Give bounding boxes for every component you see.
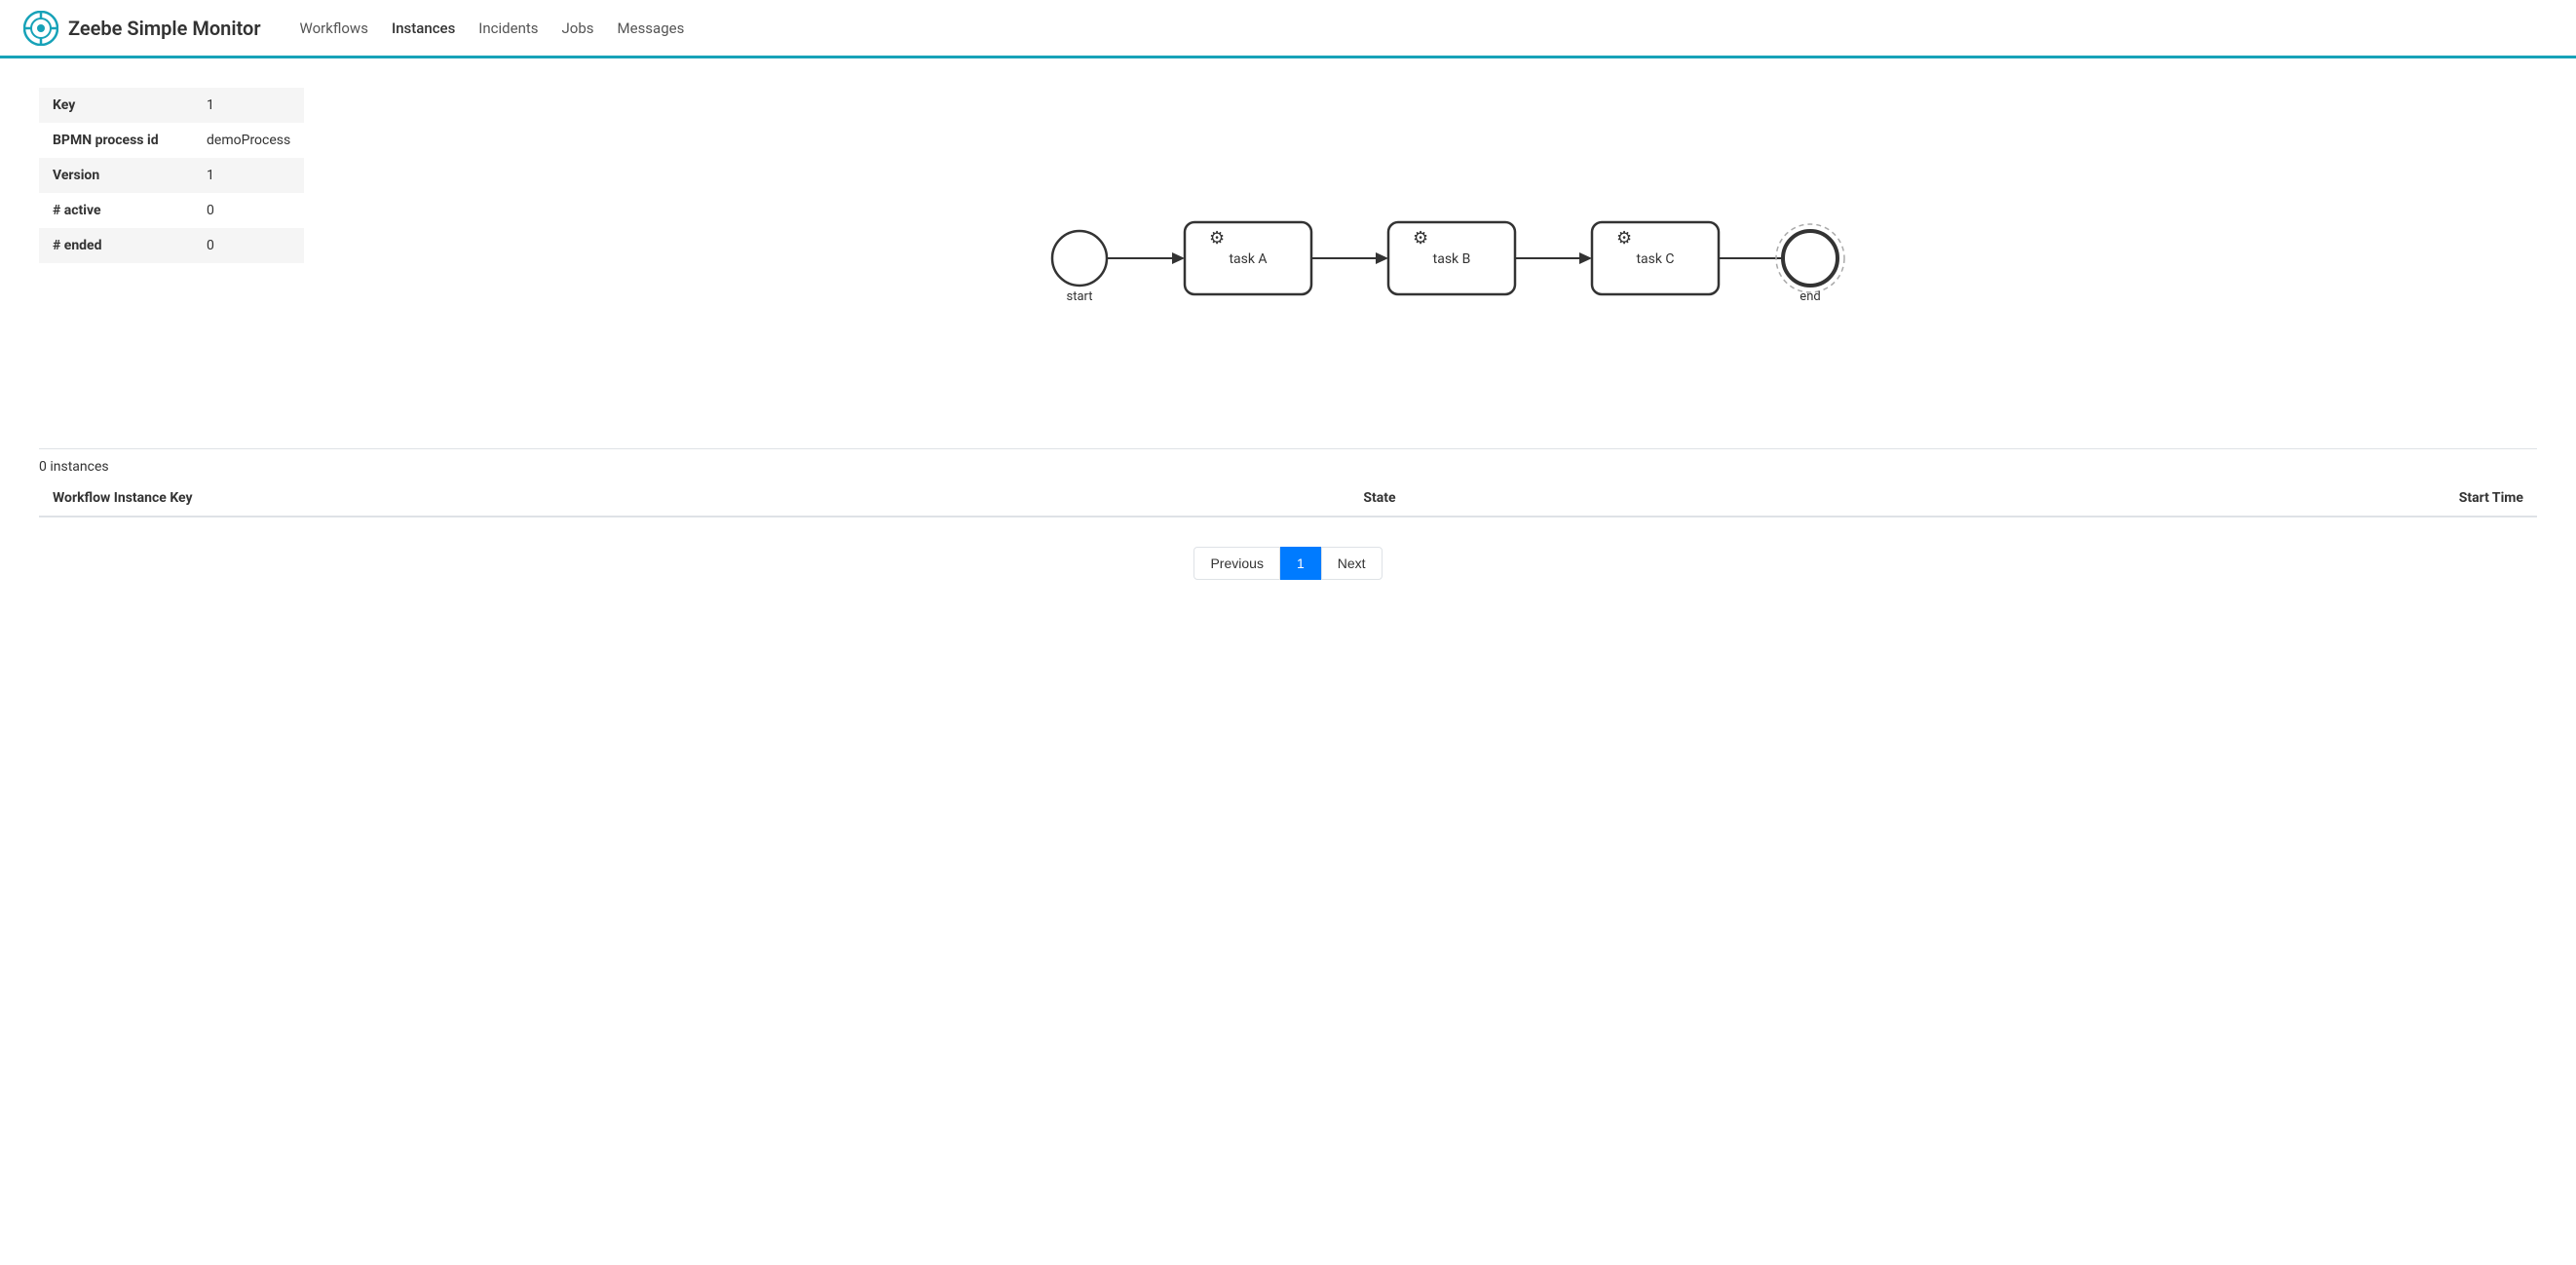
svg-text:task C: task C [1637, 251, 1675, 267]
svg-text:end: end [1799, 289, 1820, 304]
info-value: 0 [193, 193, 304, 228]
nav-links: Workflows Instances Incidents Jobs Messa… [300, 19, 685, 37]
svg-text:task A: task A [1230, 251, 1268, 267]
svg-text:start: start [1067, 289, 1093, 304]
next-button[interactable]: Next [1321, 547, 1383, 580]
table-row: Version 1 [39, 158, 304, 193]
nav-messages[interactable]: Messages [618, 19, 685, 37]
info-key: Version [39, 158, 193, 193]
instances-section: 0 instances Workflow Instance Key State … [39, 448, 2537, 518]
info-key: Key [39, 88, 193, 123]
nav-incidents[interactable]: Incidents [478, 19, 538, 37]
nav-workflows[interactable]: Workflows [300, 19, 368, 37]
bpmn-diagram-area: start ⚙ task A ⚙ task B [343, 88, 2537, 419]
svg-text:⚙: ⚙ [1209, 228, 1225, 249]
info-key: BPMN process id [39, 123, 193, 158]
table-row: Key 1 [39, 88, 304, 123]
info-key: # active [39, 193, 193, 228]
info-value: 0 [193, 228, 304, 263]
info-value: 1 [193, 88, 304, 123]
table-header-row: Workflow Instance Key State Start Time [39, 480, 2537, 517]
main-content: Key 1 BPMN process id demoProcess Versio… [0, 58, 2576, 629]
bpmn-diagram: start ⚙ task A ⚙ task B [1002, 146, 1878, 361]
nav-instances[interactable]: Instances [392, 19, 455, 37]
info-value: demoProcess [193, 123, 304, 158]
col-header-state: State [1349, 480, 1817, 517]
instances-count: 0 instances [39, 449, 2537, 480]
table-row: BPMN process id demoProcess [39, 123, 304, 158]
previous-button[interactable]: Previous [1193, 547, 1279, 580]
pagination: Previous 1 Next [39, 547, 2537, 609]
col-header-instance-key: Workflow Instance Key [39, 480, 1349, 517]
col-header-start-time: Start Time [1817, 480, 2537, 517]
instances-table: Workflow Instance Key State Start Time [39, 480, 2537, 518]
nav-jobs[interactable]: Jobs [562, 19, 594, 37]
svg-text:⚙: ⚙ [1616, 228, 1632, 249]
info-key: # ended [39, 228, 193, 263]
brand-logo [23, 11, 58, 46]
page-1-button[interactable]: 1 [1280, 547, 1321, 580]
svg-text:task B: task B [1433, 251, 1471, 267]
brand: Zeebe Simple Monitor [23, 11, 261, 46]
info-table: Key 1 BPMN process id demoProcess Versio… [39, 88, 304, 263]
brand-title: Zeebe Simple Monitor [68, 17, 261, 40]
table-row: # ended 0 [39, 228, 304, 263]
navbar: Zeebe Simple Monitor Workflows Instances… [0, 0, 2576, 58]
info-value: 1 [193, 158, 304, 193]
svg-text:⚙: ⚙ [1413, 228, 1428, 249]
table-row: # active 0 [39, 193, 304, 228]
